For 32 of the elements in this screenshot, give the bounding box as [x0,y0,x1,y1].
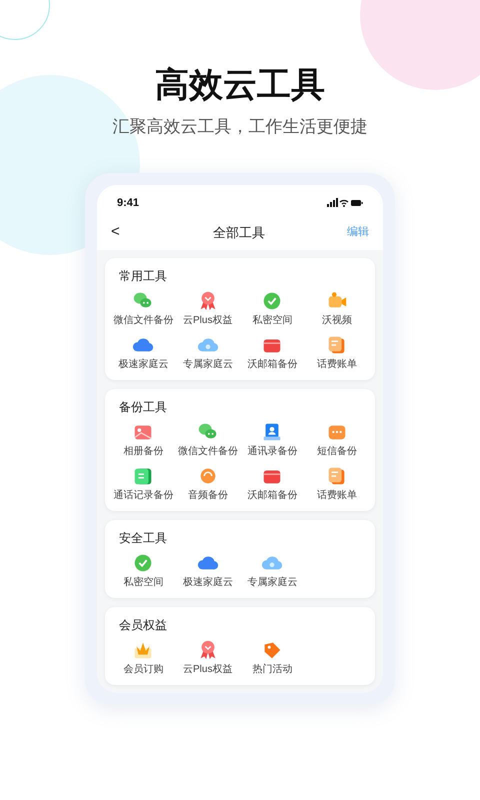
back-button[interactable]: < [111,221,131,244]
headline: 高效云工具 [155,68,325,102]
section-title: 安全工具 [119,532,168,544]
tool-item[interactable]: 音频备份 [176,464,240,500]
tool-item[interactable]: 云Plus权益 [176,290,240,326]
tool-item[interactable]: 极速家庭云 [176,552,240,588]
subtitle: 汇聚高效云工具，工作生活更便捷 [112,118,368,135]
nav-title: 全部工具 [213,224,265,242]
tool-item[interactable]: 沃邮箱备份 [240,464,304,500]
tool-item[interactable]: 话费账单 [304,334,369,370]
tool-item[interactable]: 通话记录备份 [111,464,176,500]
tool-item[interactable]: 极速家庭云 [111,334,176,370]
tool-item[interactable]: 短信备份 [304,420,369,456]
section-title: 备份工具 [119,400,168,412]
tool-item[interactable]: 私密空间 [240,290,304,326]
tool-item[interactable]: 话费账单 [304,464,369,500]
status-icons [327,198,363,208]
tool-item[interactable]: 沃视频 [304,290,369,326]
tool-item[interactable]: 会员订购 [111,638,176,674]
tool-item[interactable]: 相册备份 [111,420,176,456]
tool-item[interactable]: 热门活动 [240,638,304,674]
tool-item[interactable]: 微信文件备份 [111,290,176,326]
status-time: 9:41 [117,196,140,211]
tool-item[interactable]: 专属家庭云 [176,334,240,370]
tool-item[interactable]: 微信文件备份 [176,420,240,456]
tool-item[interactable]: 云Plus权益 [176,638,240,674]
tool-item[interactable]: 通讯录备份 [240,420,304,456]
tool-item[interactable]: 专属家庭云 [240,552,304,588]
section-title: 常用工具 [119,270,168,282]
section-title: 会员权益 [119,618,168,630]
tool-item[interactable]: 沃邮箱备份 [240,334,304,370]
tool-item[interactable]: 私密空间 [111,552,176,588]
